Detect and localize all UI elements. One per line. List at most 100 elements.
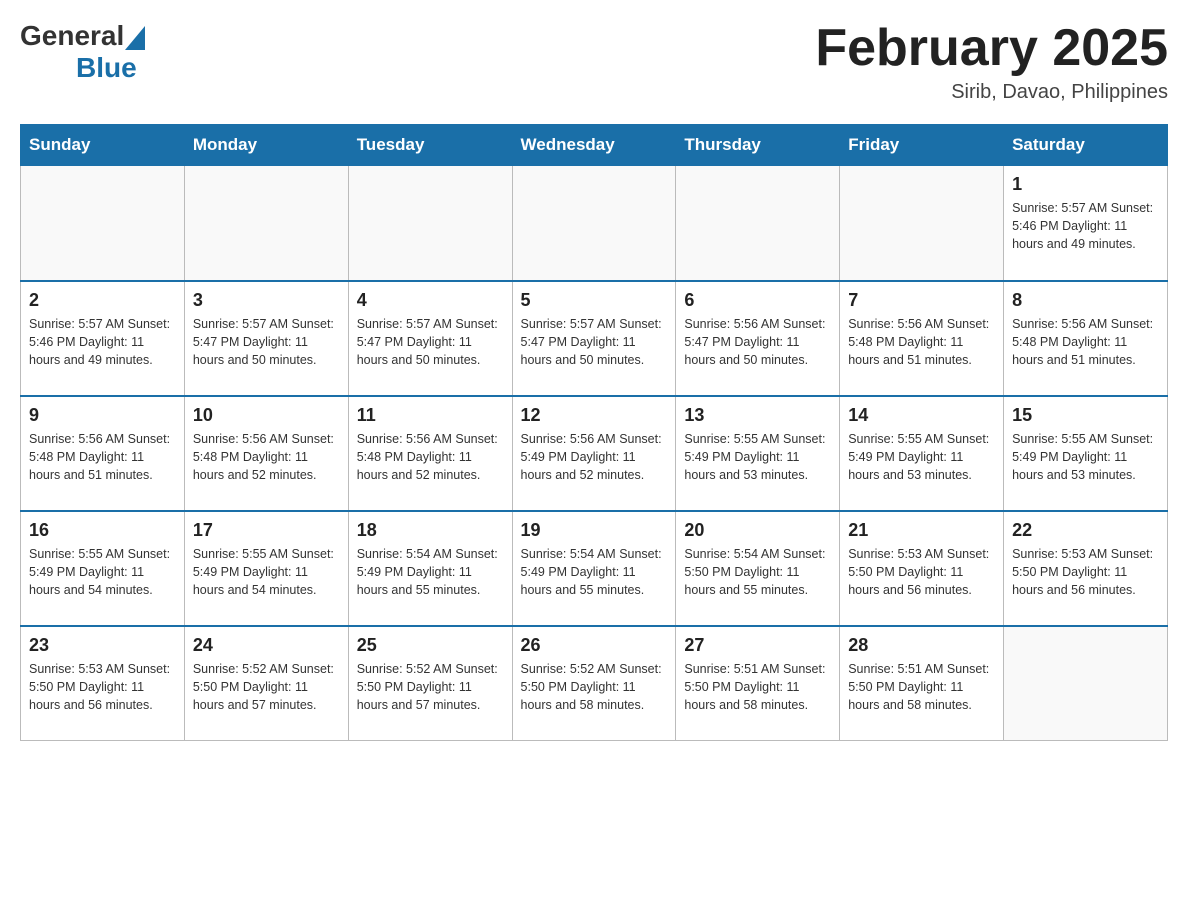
day-info: Sunrise: 5:56 AM Sunset: 5:49 PM Dayligh… — [521, 430, 668, 484]
table-row: 7 Sunrise: 5:56 AM Sunset: 5:48 PM Daylig… — [840, 281, 1004, 396]
table-row — [1004, 626, 1168, 741]
day-number: 11 — [357, 405, 504, 426]
col-tuesday: Tuesday — [348, 125, 512, 166]
calendar-table: Sunday Monday Tuesday Wednesday Thursday… — [20, 124, 1168, 741]
day-info: Sunrise: 5:54 AM Sunset: 5:49 PM Dayligh… — [357, 545, 504, 599]
day-number: 12 — [521, 405, 668, 426]
table-row: 25 Sunrise: 5:52 AM Sunset: 5:50 PM Dayli… — [348, 626, 512, 741]
table-row: 20 Sunrise: 5:54 AM Sunset: 5:50 PM Dayli… — [676, 511, 840, 626]
table-row: 6 Sunrise: 5:56 AM Sunset: 5:47 PM Daylig… — [676, 281, 840, 396]
table-row: 18Sunrise: 5:54 AM Sunset: 5:49 PM Dayli… — [348, 511, 512, 626]
table-row: 9 Sunrise: 5:56 AM Sunset: 5:48 PM Daylig… — [21, 396, 185, 511]
day-info: Sunrise: 5:56 AM Sunset: 5:48 PM Dayligh… — [193, 430, 340, 484]
col-saturday: Saturday — [1004, 125, 1168, 166]
day-number: 28 — [848, 635, 995, 656]
table-row: 2 Sunrise: 5:57 AM Sunset: 5:46 PM Daylig… — [21, 281, 185, 396]
day-info: Sunrise: 5:53 AM Sunset: 5:50 PM Dayligh… — [1012, 545, 1159, 599]
table-row: 15 Sunrise: 5:55 AM Sunset: 5:49 PM Dayli… — [1004, 396, 1168, 511]
day-number: 13 — [684, 405, 831, 426]
day-number: 20 — [684, 520, 831, 541]
day-info: Sunrise: 5:54 AM Sunset: 5:49 PM Dayligh… — [521, 545, 668, 599]
day-info: Sunrise: 5:55 AM Sunset: 5:49 PM Dayligh… — [29, 545, 176, 599]
page-header: General Blue February 2025 Sirib, Davao,… — [20, 20, 1168, 104]
table-row: 28 Sunrise: 5:51 AM Sunset: 5:50 PM Dayli… — [840, 626, 1004, 741]
location-text: Sirib, Davao, Philippines — [815, 81, 1168, 104]
day-info: Sunrise: 5:51 AM Sunset: 5:50 PM Dayligh… — [684, 660, 831, 714]
col-thursday: Thursday — [676, 125, 840, 166]
table-row — [348, 166, 512, 281]
day-number: 26 — [521, 635, 668, 656]
title-section: February 2025 Sirib, Davao, Philippines — [815, 20, 1168, 104]
day-info: Sunrise: 5:55 AM Sunset: 5:49 PM Dayligh… — [1012, 430, 1159, 484]
table-row: 14Sunrise: 5:55 AM Sunset: 5:49 PM Dayli… — [840, 396, 1004, 511]
day-info: Sunrise: 5:52 AM Sunset: 5:50 PM Dayligh… — [193, 660, 340, 714]
day-info: Sunrise: 5:57 AM Sunset: 5:47 PM Dayligh… — [193, 315, 340, 369]
day-number: 6 — [684, 290, 831, 311]
day-info: Sunrise: 5:54 AM Sunset: 5:50 PM Dayligh… — [684, 545, 831, 599]
day-number: 25 — [357, 635, 504, 656]
day-info: Sunrise: 5:57 AM Sunset: 5:46 PM Dayligh… — [1012, 199, 1159, 253]
table-row: 12 Sunrise: 5:56 AM Sunset: 5:49 PM Dayli… — [512, 396, 676, 511]
day-info: Sunrise: 5:56 AM Sunset: 5:48 PM Dayligh… — [357, 430, 504, 484]
table-row: 11 Sunrise: 5:56 AM Sunset: 5:48 PM Dayli… — [348, 396, 512, 511]
col-sunday: Sunday — [21, 125, 185, 166]
day-info: Sunrise: 5:51 AM Sunset: 5:50 PM Dayligh… — [848, 660, 995, 714]
table-row — [840, 166, 1004, 281]
table-row: 16 Sunrise: 5:55 AM Sunset: 5:49 PM Dayli… — [21, 511, 185, 626]
table-row: 24 Sunrise: 5:52 AM Sunset: 5:50 PM Dayli… — [184, 626, 348, 741]
table-row: 19 Sunrise: 5:54 AM Sunset: 5:49 PM Dayli… — [512, 511, 676, 626]
day-info: Sunrise: 5:52 AM Sunset: 5:50 PM Dayligh… — [357, 660, 504, 714]
day-info: Sunrise: 5:55 AM Sunset: 5:49 PM Dayligh… — [684, 430, 831, 484]
day-info: Sunrise: 5:56 AM Sunset: 5:47 PM Dayligh… — [684, 315, 831, 369]
col-friday: Friday — [840, 125, 1004, 166]
day-number: 21 — [848, 520, 995, 541]
day-number: 10 — [193, 405, 340, 426]
day-info: Sunrise: 5:52 AM Sunset: 5:50 PM Dayligh… — [521, 660, 668, 714]
table-row: 8 Sunrise: 5:56 AM Sunset: 5:48 PM Daylig… — [1004, 281, 1168, 396]
table-row: 5 Sunrise: 5:57 AM Sunset: 5:47 PM Daylig… — [512, 281, 676, 396]
calendar-week-row: 23 Sunrise: 5:53 AM Sunset: 5:50 PM Dayli… — [21, 626, 1168, 741]
day-info: Sunrise: 5:56 AM Sunset: 5:48 PM Dayligh… — [29, 430, 176, 484]
table-row: 1Sunrise: 5:57 AM Sunset: 5:46 PM Daylig… — [1004, 166, 1168, 281]
day-number: 24 — [193, 635, 340, 656]
table-row: 27 Sunrise: 5:51 AM Sunset: 5:50 PM Dayli… — [676, 626, 840, 741]
day-number: 2 — [29, 290, 176, 311]
day-info: Sunrise: 5:55 AM Sunset: 5:49 PM Dayligh… — [193, 545, 340, 599]
day-number: 8 — [1012, 290, 1159, 311]
logo: General Blue — [20, 20, 145, 84]
table-row: 17 Sunrise: 5:55 AM Sunset: 5:49 PM Dayli… — [184, 511, 348, 626]
day-number: 14 — [848, 405, 995, 426]
day-number: 7 — [848, 290, 995, 311]
calendar-week-row: 2 Sunrise: 5:57 AM Sunset: 5:46 PM Daylig… — [21, 281, 1168, 396]
logo-triangle-icon — [125, 26, 145, 50]
col-monday: Monday — [184, 125, 348, 166]
day-number: 22 — [1012, 520, 1159, 541]
day-number: 17 — [193, 520, 340, 541]
table-row: 3 Sunrise: 5:57 AM Sunset: 5:47 PM Daylig… — [184, 281, 348, 396]
day-number: 9 — [29, 405, 176, 426]
col-wednesday: Wednesday — [512, 125, 676, 166]
table-row — [512, 166, 676, 281]
day-info: Sunrise: 5:53 AM Sunset: 5:50 PM Dayligh… — [29, 660, 176, 714]
day-number: 15 — [1012, 405, 1159, 426]
table-row: 10 Sunrise: 5:56 AM Sunset: 5:48 PM Dayli… — [184, 396, 348, 511]
table-row: 22 Sunrise: 5:53 AM Sunset: 5:50 PM Dayli… — [1004, 511, 1168, 626]
day-info: Sunrise: 5:57 AM Sunset: 5:46 PM Dayligh… — [29, 315, 176, 369]
day-number: 27 — [684, 635, 831, 656]
day-number: 23 — [29, 635, 176, 656]
table-row: 4Sunrise: 5:57 AM Sunset: 5:47 PM Daylig… — [348, 281, 512, 396]
calendar-week-row: 9 Sunrise: 5:56 AM Sunset: 5:48 PM Daylig… — [21, 396, 1168, 511]
calendar-week-row: 1Sunrise: 5:57 AM Sunset: 5:46 PM Daylig… — [21, 166, 1168, 281]
table-row — [184, 166, 348, 281]
day-info: Sunrise: 5:56 AM Sunset: 5:48 PM Dayligh… — [848, 315, 995, 369]
table-row — [676, 166, 840, 281]
logo-blue-text: Blue — [76, 52, 137, 83]
day-info: Sunrise: 5:57 AM Sunset: 5:47 PM Dayligh… — [521, 315, 668, 369]
day-number: 5 — [521, 290, 668, 311]
day-info: Sunrise: 5:53 AM Sunset: 5:50 PM Dayligh… — [848, 545, 995, 599]
day-number: 19 — [521, 520, 668, 541]
month-title: February 2025 — [815, 20, 1168, 77]
day-number: 3 — [193, 290, 340, 311]
day-number: 16 — [29, 520, 176, 541]
day-info: Sunrise: 5:56 AM Sunset: 5:48 PM Dayligh… — [1012, 315, 1159, 369]
